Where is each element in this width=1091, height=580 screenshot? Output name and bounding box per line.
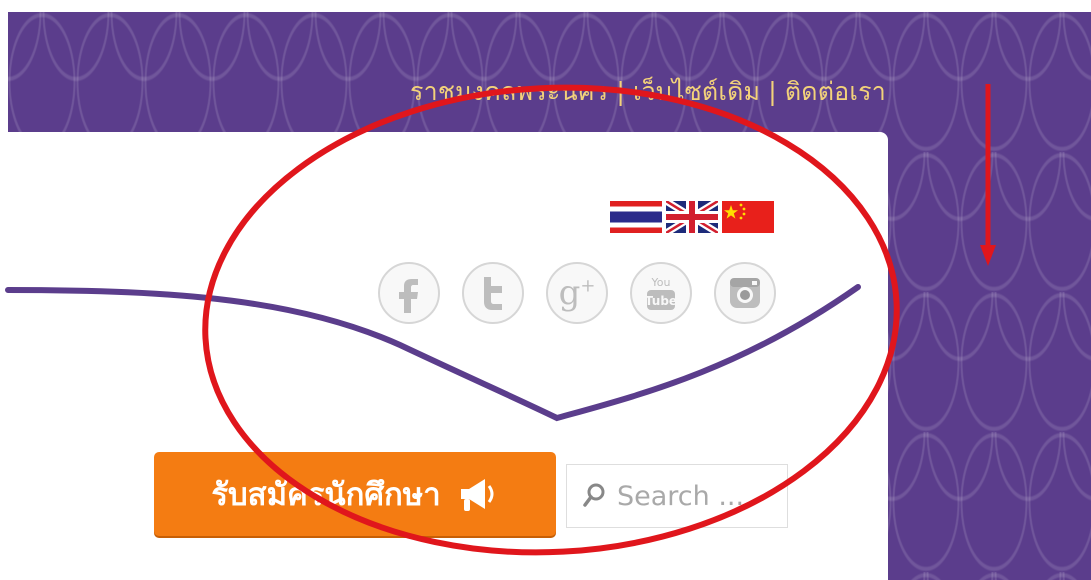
language-switcher (610, 201, 774, 233)
megaphone-icon (460, 479, 494, 511)
search-input[interactable] (615, 479, 779, 513)
svg-text:Tube: Tube (645, 294, 677, 308)
thailand-flag-icon[interactable] (610, 201, 662, 233)
svg-text:You: You (651, 276, 671, 289)
search-icon (583, 483, 605, 507)
youtube-icon[interactable]: You Tube (630, 262, 692, 324)
student-registration-label: รับสมัครนักศึกษา (211, 477, 441, 513)
social-links: g+ You Tube (378, 262, 776, 324)
twitter-icon[interactable] (462, 262, 524, 324)
student-registration-button[interactable]: รับสมัครนักศึกษา (154, 452, 556, 536)
facebook-icon[interactable] (378, 262, 440, 324)
search-box (566, 464, 788, 528)
china-flag-icon[interactable] (722, 201, 774, 233)
google-plus-icon[interactable]: g+ (546, 262, 608, 324)
uk-flag-icon[interactable] (666, 201, 718, 233)
instagram-icon[interactable] (714, 262, 776, 324)
